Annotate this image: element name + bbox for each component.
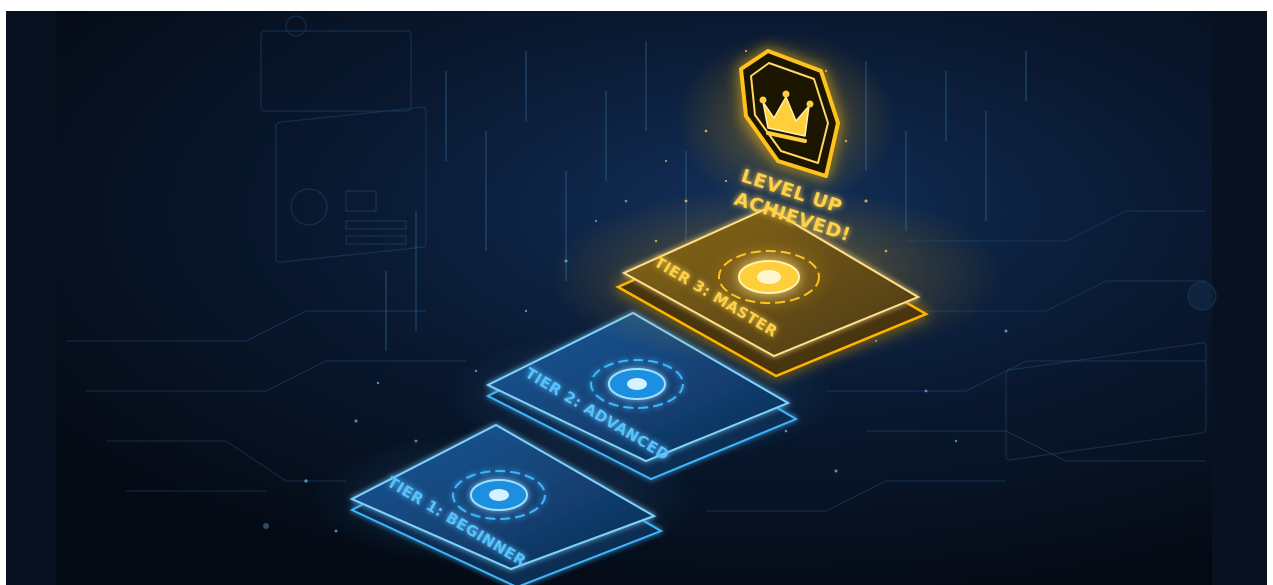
hero-image: TIER 1: BEGINNER TIER 2: ADVANCED TIER 3… — [6, 11, 1267, 585]
left-edge-shadow — [6, 11, 56, 585]
level-up-illustration: TIER 1: BEGINNER TIER 2: ADVANCED TIER 3… — [6, 11, 1267, 585]
right-edge-shadow — [1212, 11, 1267, 585]
